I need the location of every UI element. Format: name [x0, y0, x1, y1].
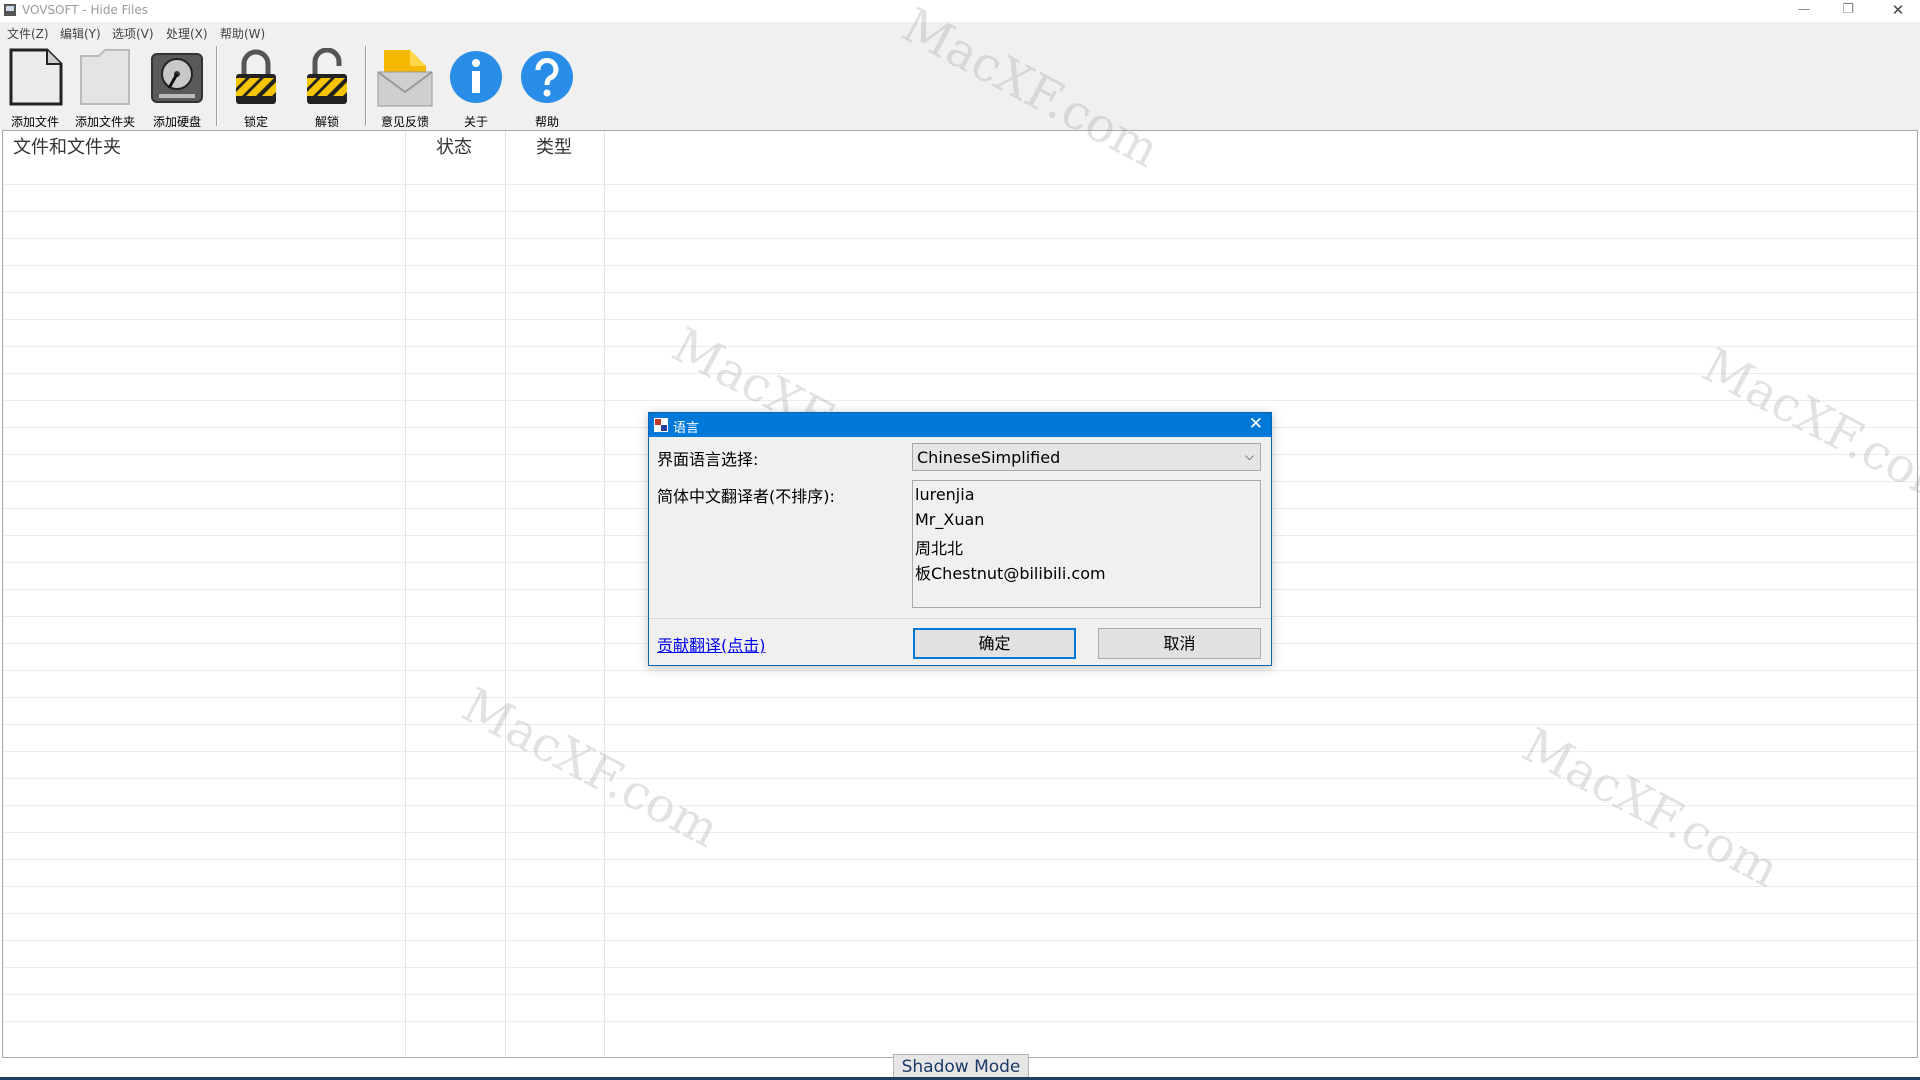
add-folder-label: 添加文件夹: [74, 115, 135, 129]
grid-line: [3, 778, 1917, 779]
translators-label: 简体中文翻译者(不排序):: [657, 487, 835, 506]
unlock-label: 解锁: [314, 115, 339, 129]
about-button[interactable]: 关于: [441, 46, 511, 130]
dialog-app-icon: [654, 418, 668, 432]
ok-button[interactable]: 确定: [913, 628, 1076, 659]
menu-process[interactable]: 处理(X): [166, 25, 208, 42]
menu-options[interactable]: 选项(V): [112, 25, 154, 42]
grid-line: [3, 670, 1917, 671]
toolbar-separator: [365, 46, 367, 126]
language-select[interactable]: ChineseSimplified ⌵: [912, 443, 1261, 471]
column-divider: [604, 131, 605, 1057]
unlock-icon: [307, 48, 347, 104]
help-icon: [521, 51, 573, 103]
language-label: 界面语言选择:: [657, 450, 759, 469]
grid-line: [3, 265, 1917, 266]
translator-item: 周北北: [915, 539, 964, 558]
chevron-down-icon: ⌵: [1244, 449, 1254, 463]
column-divider: [505, 131, 506, 1057]
hard-disk-icon: [151, 53, 203, 103]
language-dialog: 语言 ✕ 界面语言选择: ChineseSimplified ⌵ 简体中文翻译者…: [648, 412, 1272, 666]
grid-line: [3, 805, 1917, 806]
dialog-titlebar: 语言 ✕: [649, 413, 1271, 437]
grid-line: [3, 724, 1917, 725]
grid-line: [3, 832, 1917, 833]
grid-line: [3, 211, 1917, 212]
column-divider: [405, 131, 406, 1057]
help-label: 帮助: [534, 115, 559, 129]
add-file-button[interactable]: 添加文件: [0, 46, 70, 130]
grid-line: [3, 373, 1917, 374]
grid-line: [3, 751, 1917, 752]
grid-line: [3, 697, 1917, 698]
toolbar-separator: [216, 46, 218, 126]
menu-bar: 文件(Z) 编辑(Y) 选项(V) 处理(X) 帮助(W): [0, 22, 1920, 42]
dialog-divider: [649, 618, 1271, 619]
add-folder-button[interactable]: 添加文件夹: [70, 46, 140, 130]
grid-line: [3, 886, 1917, 887]
grid-line: [3, 1021, 1917, 1022]
lock-button[interactable]: 锁定: [221, 46, 291, 130]
grid-line: [3, 400, 1917, 401]
translator-item: Mr_Xuan: [915, 510, 985, 529]
add-disk-label: 添加硬盘: [152, 115, 201, 129]
folder-icon: [80, 49, 130, 105]
column-header-status[interactable]: 状态: [436, 133, 472, 159]
grid-line: [3, 319, 1917, 320]
grid-line: [3, 346, 1917, 347]
feedback-label: 意见反馈: [380, 115, 429, 129]
grid-line: [3, 967, 1917, 968]
translator-item: lurenjia: [915, 485, 975, 504]
menu-help[interactable]: 帮助(W): [220, 25, 265, 42]
menu-file[interactable]: 文件(Z): [7, 25, 49, 42]
lock-icon: [236, 49, 276, 104]
window-title: VOVSOFT - Hide Files: [22, 3, 148, 17]
grid-line: [3, 184, 1917, 185]
help-button[interactable]: 帮助: [512, 46, 582, 130]
grid-line: [3, 238, 1917, 239]
dialog-title: 语言: [673, 421, 700, 436]
contribute-translation-link[interactable]: 贡献翻译(点击): [657, 632, 766, 656]
maximize-button[interactable]: ❐: [1826, 0, 1870, 22]
close-window-button[interactable]: ✕: [1876, 0, 1920, 22]
dialog-close-button[interactable]: ✕: [1249, 414, 1263, 434]
minimize-button[interactable]: —: [1782, 0, 1826, 22]
add-file-label: 添加文件: [10, 115, 59, 129]
app-icon: [4, 4, 16, 16]
toolbar: 添加文件 添加文件夹 添加硬盘 锁定 解锁 意见反馈 关于 帮助: [0, 42, 1920, 130]
translator-item: 板Chestnut@bilibili.com: [915, 564, 1106, 583]
column-header-type[interactable]: 类型: [536, 133, 572, 159]
grid-line: [3, 994, 1917, 995]
envelope-icon: [377, 50, 433, 107]
shadow-mode-indicator[interactable]: Shadow Mode: [893, 1054, 1029, 1078]
info-icon: [450, 51, 502, 103]
feedback-button[interactable]: 意见反馈: [370, 46, 440, 130]
translators-list[interactable]: lurenjia Mr_Xuan 周北北 板Chestnut@bilibili.…: [912, 480, 1261, 608]
grid-line: [3, 292, 1917, 293]
grid-line: [3, 859, 1917, 860]
language-select-value: ChineseSimplified: [917, 448, 1061, 467]
lock-label: 锁定: [243, 115, 268, 129]
file-icon: [9, 48, 63, 106]
column-header-files[interactable]: 文件和文件夹: [13, 133, 121, 159]
grid-line: [3, 913, 1917, 914]
window-titlebar: VOVSOFT - Hide Files — ❐ ✕: [0, 0, 1920, 22]
menu-edit[interactable]: 编辑(Y): [60, 25, 101, 42]
cancel-button[interactable]: 取消: [1098, 628, 1261, 659]
add-disk-button[interactable]: 添加硬盘: [142, 46, 212, 130]
about-label: 关于: [463, 115, 488, 129]
grid-line: [3, 940, 1917, 941]
unlock-button[interactable]: 解锁: [292, 46, 362, 130]
